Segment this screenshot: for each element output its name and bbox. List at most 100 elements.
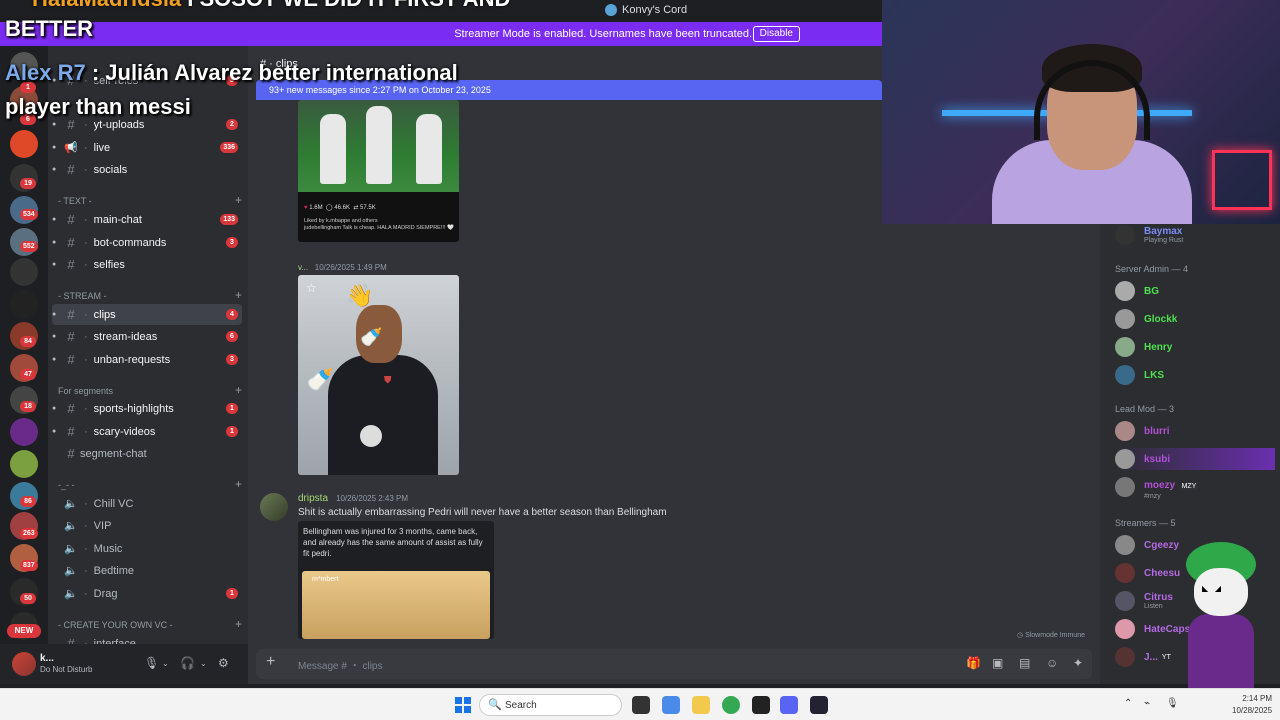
embed-image[interactable]: m*mbert — [302, 571, 490, 639]
server-icon[interactable] — [10, 130, 38, 158]
member-item[interactable]: Baymax Playing Rust — [1115, 224, 1275, 246]
channel-clips[interactable]: ● # · clips 4 — [52, 304, 242, 325]
message-author[interactable]: dripsta — [298, 493, 328, 504]
add-attachment-plus-icon[interactable]: + — [266, 653, 275, 671]
member-item[interactable]: moezy MZY #mzy — [1115, 476, 1275, 500]
discord-icon[interactable] — [780, 696, 798, 714]
voice-channel-bedtime[interactable]: 🔈 · Bedtime — [52, 560, 242, 581]
member-item[interactable]: LKS — [1115, 364, 1275, 386]
headphones-icon[interactable]: 🎧 — [180, 656, 195, 670]
server-icon[interactable] — [10, 418, 38, 446]
channel-stream-ideas[interactable]: ● # · stream-ideas 6 — [52, 326, 242, 347]
category-label: - TEXT - — [58, 196, 92, 206]
microphone-icon[interactable]: 🎙 — [144, 656, 159, 670]
avatar[interactable] — [260, 493, 288, 521]
separator-dot: · — [84, 542, 88, 555]
gif-icon[interactable]: ▣ — [992, 656, 1003, 670]
server-badge: 534 — [20, 209, 38, 220]
copilot-icon[interactable] — [662, 696, 680, 714]
category-voice[interactable]: -_- - + — [58, 478, 242, 490]
create-channel-plus-icon[interactable]: + — [235, 289, 242, 301]
member-item[interactable]: Henry — [1115, 336, 1275, 358]
message-input[interactable]: Message # ・ clips — [298, 657, 382, 672]
voice-channel-chill-vc[interactable]: 🔈 · Chill VC — [52, 493, 242, 514]
channel-bot-commands[interactable]: ● # · bot-commands 3 — [52, 232, 242, 253]
member-item[interactable]: blurri — [1115, 420, 1275, 442]
chevron-down-icon[interactable]: ⌄ — [200, 659, 207, 668]
channel-live[interactable]: ● 📢 · live 336 — [52, 137, 242, 158]
voice-channel-vip[interactable]: 🔈 · VIP — [52, 515, 242, 536]
server-icon[interactable] — [10, 258, 38, 286]
network-icon[interactable]: ⌁ — [1144, 698, 1150, 709]
disable-streamer-mode-button[interactable]: Disable — [752, 26, 800, 42]
app-icon[interactable] — [810, 696, 828, 714]
star-icon[interactable]: ☆ — [306, 281, 317, 295]
channel-sports-highlights[interactable]: ● # · sports-highlights 1 — [52, 398, 242, 419]
gear-icon[interactable]: ⚙ — [218, 656, 229, 670]
chevron-down-icon[interactable]: ⌄ — [162, 659, 169, 668]
taskbar-search[interactable]: 🔍 Search — [479, 694, 622, 716]
attached-photo[interactable]: ⛊ ☆ 👋 🍼 🍼 — [298, 275, 459, 475]
voice-channel-drag[interactable]: 🔈 · Drag 1 — [52, 583, 242, 604]
taskbar-clock[interactable]: 2:14 PM 10/28/2025 — [1232, 693, 1272, 717]
avatar — [1115, 421, 1135, 441]
gift-icon[interactable]: 🎁 — [966, 656, 981, 670]
create-channel-plus-icon[interactable]: + — [235, 618, 242, 630]
avatar — [1115, 535, 1135, 555]
apps-icon[interactable]: ✦ — [1073, 656, 1083, 670]
voice-channel-music[interactable]: 🔈 · Music — [52, 538, 242, 559]
create-channel-plus-icon[interactable]: + — [235, 194, 242, 206]
image-embed[interactable]: Bellingham was injured for 3 months, cam… — [298, 521, 494, 639]
category-text[interactable]: - TEXT - + — [58, 194, 242, 206]
server-icon[interactable] — [10, 450, 38, 478]
server-badge: 18 — [20, 401, 36, 412]
liked-by: Liked by k.mbappe and others — [304, 218, 378, 224]
likes-count: 1.6M — [309, 205, 323, 211]
sponsor-logo-icon — [360, 425, 382, 447]
server-icon — [605, 4, 617, 16]
channel-segment-chat[interactable]: # segment-chat — [52, 443, 242, 464]
category-segments[interactable]: For segments + — [58, 384, 242, 396]
server-badge: 84 — [20, 336, 36, 347]
avatar — [1115, 365, 1135, 385]
task-view-icon[interactable] — [632, 696, 650, 714]
channel-name: Drag — [93, 587, 118, 600]
sticker-icon[interactable]: ▤ — [1019, 656, 1030, 670]
channel-main-chat[interactable]: ● # · main-chat 133 — [52, 209, 242, 230]
mention-badge: 3 — [226, 237, 238, 248]
member-item[interactable]: ksubi — [1115, 448, 1275, 470]
screen: Konvy's Cord Streamer Mode is enabled. U… — [0, 0, 1280, 720]
overlay-message-line: BETTER — [5, 16, 93, 41]
member-item[interactable]: BG — [1115, 280, 1275, 302]
create-channel-plus-icon[interactable]: + — [235, 478, 242, 490]
category-stream[interactable]: - STREAM - + — [58, 289, 242, 301]
text-channel-icon: # — [67, 162, 75, 177]
clock-date: 10/28/2025 — [1232, 706, 1273, 715]
app-icon[interactable] — [752, 696, 770, 714]
post-caption: Liked by k.mbappe and others judebelling… — [304, 218, 454, 232]
new-unreads-pill[interactable]: NEW — [7, 624, 41, 638]
channel-unban-requests[interactable]: ● # · unban-requests 3 — [52, 349, 242, 370]
chevron-up-icon[interactable]: ⌃ — [1124, 698, 1132, 709]
message-author[interactable]: v... — [298, 263, 308, 272]
category-create-vc[interactable]: - CREATE YOUR OWN VC - + — [58, 618, 242, 630]
channel-socials[interactable]: ● # · socials — [52, 159, 242, 180]
channel-scary-videos[interactable]: ● # · scary-videos 1 — [52, 421, 242, 442]
joker-sticker-image: ◣ ◢ — [1176, 540, 1266, 710]
member-item[interactable]: Glockk — [1115, 308, 1275, 330]
chrome-icon[interactable] — [722, 696, 740, 714]
channel-name: socials — [93, 163, 128, 176]
server-icon[interactable] — [10, 290, 38, 318]
channel-interface[interactable]: # · interface — [52, 633, 242, 644]
microphone-icon[interactable]: 🎙 — [1166, 698, 1179, 709]
file-explorer-icon[interactable] — [692, 696, 710, 714]
windows-start-icon[interactable] — [455, 697, 471, 713]
channel-selfies[interactable]: ● # · selfies — [52, 254, 242, 275]
emoji-icon[interactable]: ☺ — [1046, 656, 1058, 670]
channel-name: clips — [93, 308, 116, 321]
create-channel-plus-icon[interactable]: + — [235, 384, 242, 396]
unread-indicator-icon: ● — [52, 311, 57, 318]
speaker-icon: 🔈 — [64, 498, 78, 510]
message-composer: + Message # ・ clips 🎁 ▣ ▤ ☺ ✦ — [248, 644, 1100, 684]
avatar[interactable] — [12, 652, 36, 676]
